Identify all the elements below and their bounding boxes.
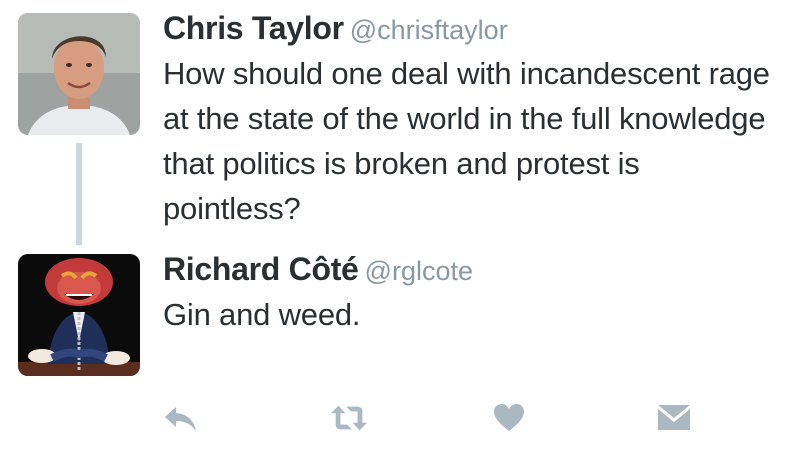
user-photo-avatar-icon	[18, 13, 140, 135]
tweet-header: Richard Côté @rglcote	[163, 249, 770, 289]
retweet-icon	[330, 405, 368, 431]
direct-message-button[interactable]	[654, 400, 694, 436]
muppet-animal-avatar-icon	[18, 254, 140, 376]
direct-message-icon	[658, 405, 690, 430]
user-handle[interactable]: @rglcote	[365, 256, 473, 286]
tweet-content: Richard Côté @rglcote Gin and weed.	[163, 249, 770, 337]
retweet-button[interactable]	[329, 400, 369, 436]
tweet-content: Chris Taylor @chrisftaylor How should one…	[163, 8, 770, 231]
avatar[interactable]	[18, 254, 140, 376]
tweet-action-bar	[0, 400, 800, 436]
tweet-header: Chris Taylor @chrisftaylor	[163, 8, 770, 48]
avatar[interactable]	[18, 13, 140, 135]
display-name[interactable]: Richard Côté	[163, 251, 359, 287]
tweet-text: Gin and weed.	[163, 297, 361, 332]
reply-button[interactable]	[161, 400, 201, 436]
tweet-original[interactable]: Chris Taylor @chrisftaylor How should one…	[0, 0, 800, 245]
user-handle[interactable]: @chrisftaylor	[350, 15, 508, 45]
like-button[interactable]	[489, 400, 529, 436]
display-name[interactable]: Chris Taylor	[163, 10, 344, 46]
tweet-text: How should one deal with incandescent ra…	[163, 56, 770, 226]
heart-icon	[494, 404, 524, 431]
tweet-reply[interactable]: Richard Côté @rglcote Gin and weed.	[0, 245, 800, 385]
thread-connector-line	[76, 143, 82, 245]
reply-icon	[165, 407, 196, 431]
